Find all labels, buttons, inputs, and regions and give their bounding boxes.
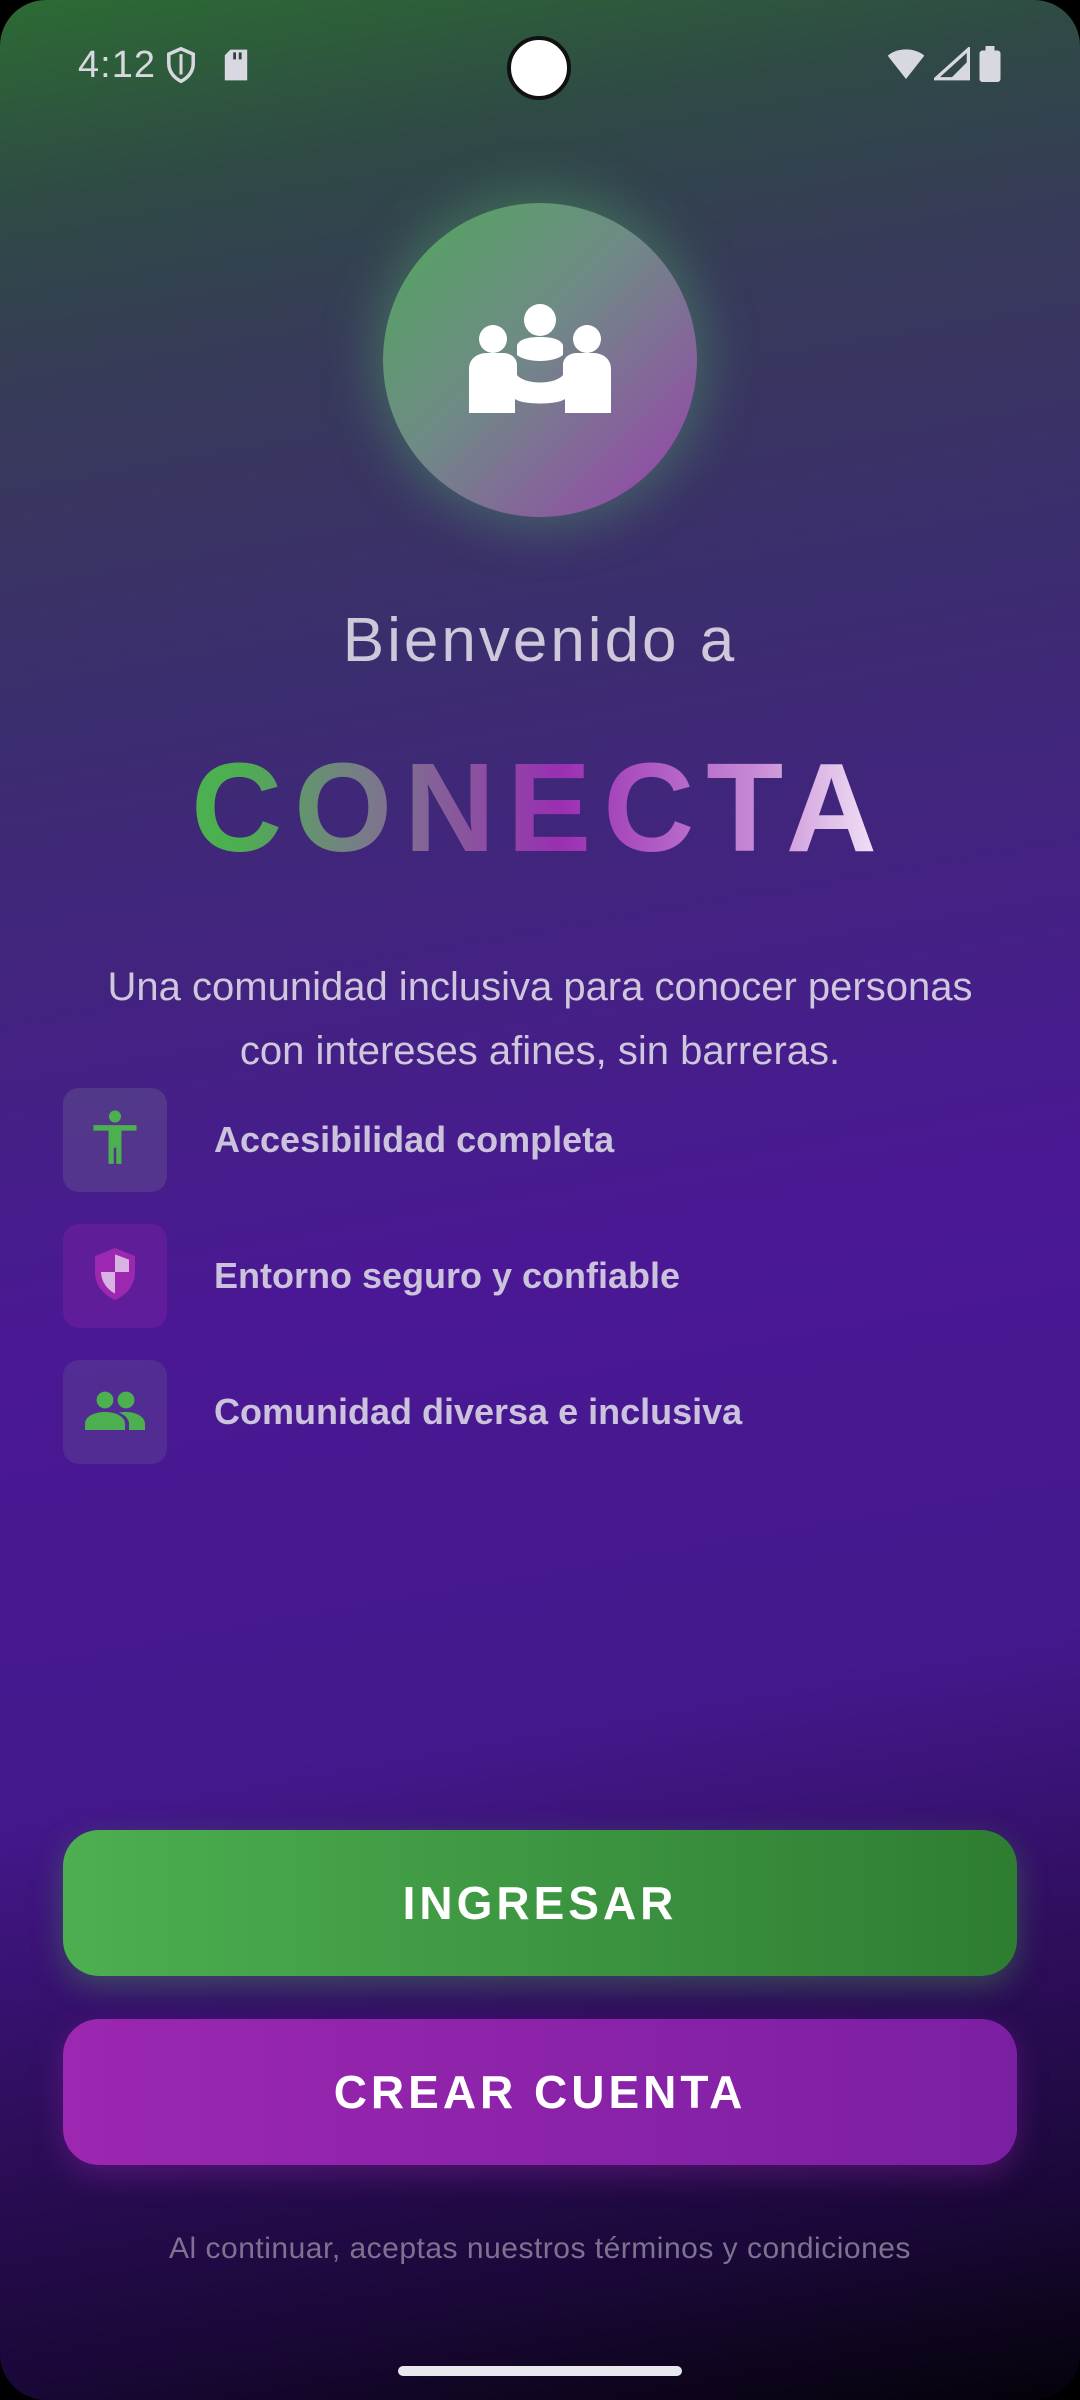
home-indicator[interactable]: [398, 2366, 682, 2376]
welcome-screen: 4:12 Bienvenido a CONECTA Una comunidad …: [0, 0, 1080, 2400]
feature-label: Entorno seguro y confiable: [214, 1255, 681, 1296]
signal-icon: [931, 45, 970, 86]
sd-card-icon: [222, 48, 250, 87]
feature-icon-box: [63, 1360, 167, 1464]
brand-title: CONECTA: [0, 735, 1080, 880]
community-group-icon: [465, 303, 615, 418]
wifi-icon: [886, 47, 926, 86]
welcome-heading: Bienvenido a: [342, 606, 738, 675]
feature-accessibility: Accesibilidad completa: [63, 1088, 614, 1192]
front-camera: [507, 36, 571, 100]
tagline-text: Una comunidad inclusiva para conocer per…: [107, 965, 973, 1073]
status-right-icons: [886, 45, 1002, 87]
feature-community: Comunidad diversa e inclusiva: [63, 1360, 742, 1464]
status-bar: 4:12: [0, 0, 1080, 130]
people-icon: [85, 1390, 145, 1435]
terms-notice: Al continuar, aceptas nuestros términos …: [169, 2232, 911, 2265]
status-time: 4:12: [78, 44, 156, 86]
status-left-icons: [164, 46, 250, 89]
accessibility-icon: [89, 1109, 141, 1171]
login-button[interactable]: INGRESAR: [63, 1830, 1017, 1976]
feature-label: Accesibilidad completa: [214, 1119, 615, 1160]
feature-security: Entorno seguro y confiable: [63, 1224, 680, 1328]
feature-label: Comunidad diversa e inclusiva: [214, 1391, 743, 1432]
create-account-button[interactable]: CREAR CUENTA: [63, 2019, 1017, 2165]
battery-icon: [978, 46, 1002, 87]
app-logo: [383, 203, 697, 517]
security-shield-icon: [91, 1246, 139, 1307]
feature-icon-box: [63, 1088, 167, 1192]
feature-icon-box: [63, 1224, 167, 1328]
shield-icon: [164, 46, 198, 89]
